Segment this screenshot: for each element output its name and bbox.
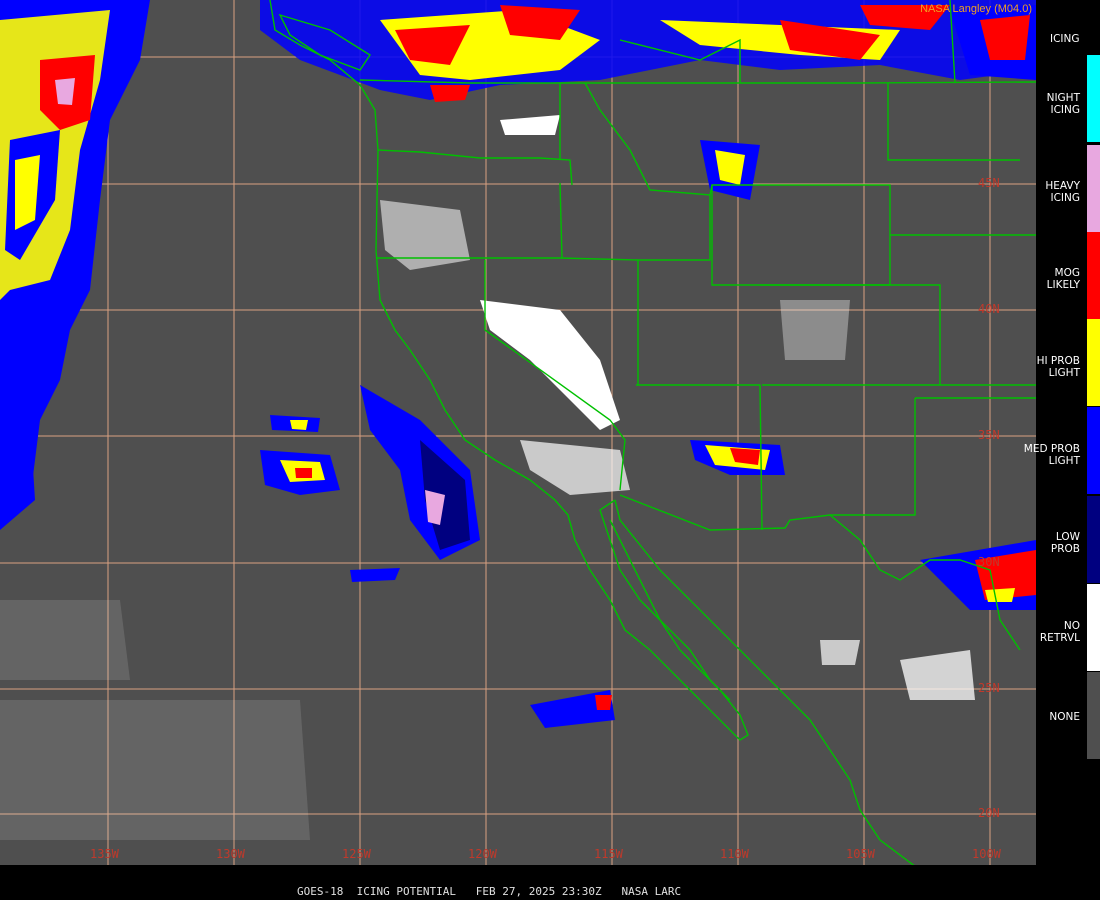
map-graphics bbox=[0, 0, 1036, 865]
lat-label-25n: 25N bbox=[978, 681, 1000, 695]
legend-swatch-mog-likely bbox=[1087, 232, 1100, 319]
icing-field bbox=[0, 0, 1036, 840]
legend-label-night-icing: NIGHT ICING bbox=[1046, 92, 1080, 116]
lon-label-120w: 120W bbox=[468, 847, 497, 861]
legend-title: ICING bbox=[1050, 33, 1080, 45]
icing-legend: ICING NIGHT ICING HEAVY ICING MOG LIKELY… bbox=[1024, 0, 1100, 900]
image-caption: GOES-18 ICING POTENTIAL FEB 27, 2025 23:… bbox=[297, 885, 682, 898]
credit-text: NASA Langley (M04.0) bbox=[920, 3, 1032, 15]
legend-swatch-night-icing bbox=[1087, 55, 1100, 142]
lon-label-115w: 115W bbox=[594, 847, 623, 861]
lat-label-35n: 35N bbox=[978, 428, 1000, 442]
legend-label-hi-prob-light: HI PROB LIGHT bbox=[1036, 355, 1080, 379]
lat-label-45n: 45N bbox=[978, 176, 1000, 190]
legend-label-no-retrieval: NO RETRVL bbox=[1039, 620, 1080, 644]
lon-label-125w: 125W bbox=[342, 847, 371, 861]
lon-label-135w: 135W bbox=[90, 847, 119, 861]
legend-label-none: NONE bbox=[1049, 711, 1080, 723]
lon-label-105w: 105W bbox=[846, 847, 875, 861]
legend-swatch-low-prob bbox=[1087, 496, 1100, 583]
lat-label-40n: 40N bbox=[978, 302, 1000, 316]
legend-swatch-hi-prob-light bbox=[1087, 319, 1100, 406]
legend-swatch-no-retrieval bbox=[1087, 584, 1100, 671]
legend-label-mog-likely: MOG LIKELY bbox=[1046, 267, 1080, 291]
lat-label-30n: 30N bbox=[978, 555, 1000, 569]
lon-label-130w: 130W bbox=[216, 847, 245, 861]
legend-swatch-med-prob-light bbox=[1087, 407, 1100, 494]
legend-label-med-prob-light: MED PROB LIGHT bbox=[1023, 443, 1080, 467]
icing-map: NASA Langley (M04.0) 45N 40N 35N 30N 25N… bbox=[0, 0, 1036, 865]
legend-swatch-heavy-icing bbox=[1087, 145, 1100, 232]
legend-label-low-prob: LOW PROB bbox=[1050, 531, 1080, 555]
lat-label-20n: 20N bbox=[978, 806, 1000, 820]
legend-label-heavy-icing: HEAVY ICING bbox=[1045, 180, 1080, 204]
lon-label-110w: 110W bbox=[720, 847, 749, 861]
lon-label-100w: 100W bbox=[972, 847, 1001, 861]
legend-swatch-none bbox=[1087, 672, 1100, 759]
